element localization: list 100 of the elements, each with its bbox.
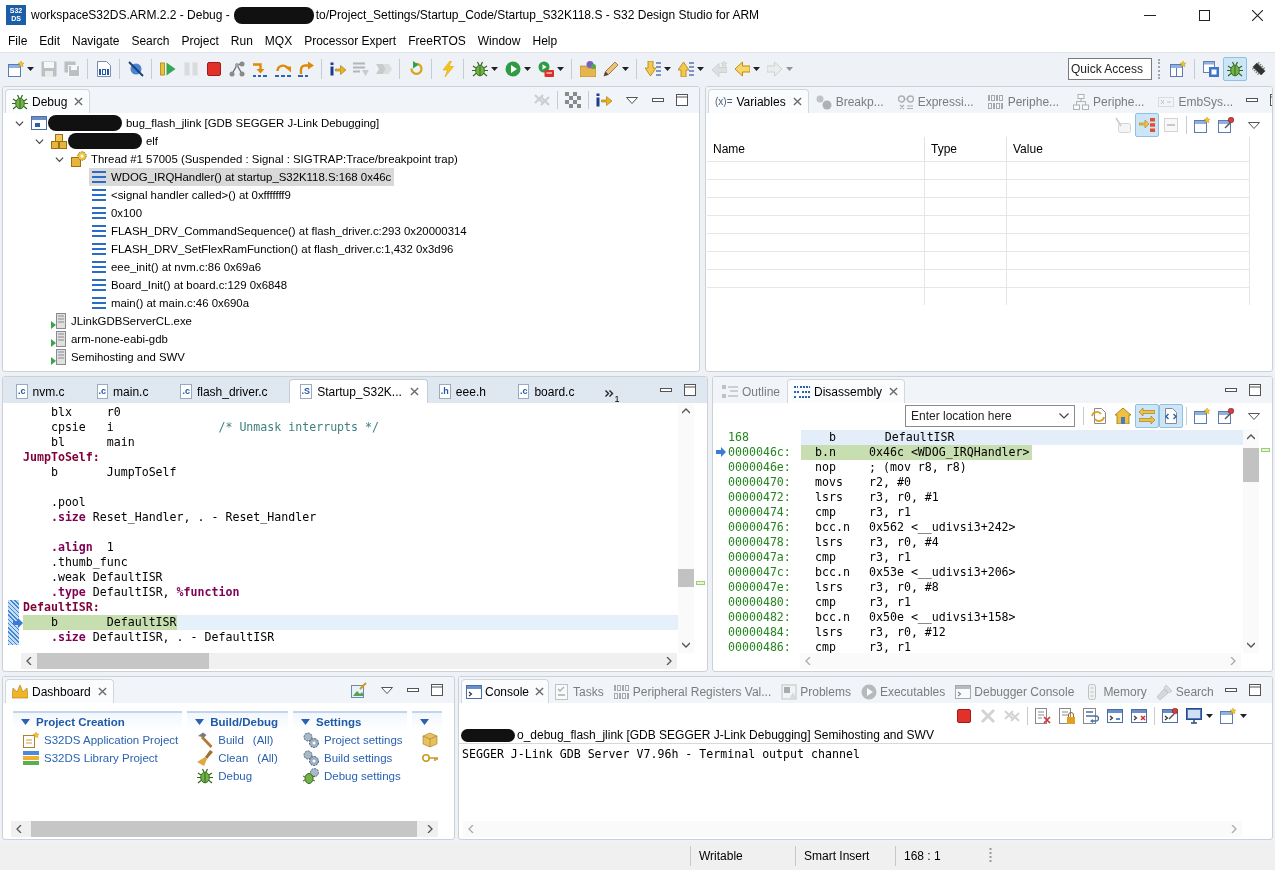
home-icon[interactable]: [1115, 408, 1131, 424]
menu-item[interactable]: Project: [175, 32, 225, 50]
scroll-right-icon[interactable]: [665, 657, 673, 665]
console-pin-icon[interactable]: [1162, 708, 1178, 724]
view-tab[interactable]: Executables: [855, 679, 951, 703]
disconnect-icon[interactable]: [228, 60, 245, 77]
new-view-icon[interactable]: [1194, 408, 1210, 424]
menu-item[interactable]: Window: [471, 32, 527, 50]
menu-item[interactable]: MQX: [258, 32, 299, 50]
view-tab[interactable]: Debug: [5, 89, 91, 113]
view-tab[interactable]: Search: [1151, 679, 1219, 703]
new-window-icon[interactable]: [7, 60, 24, 77]
view-tab[interactable]: Debugger Console: [950, 679, 1080, 703]
scroll-up-icon[interactable]: [682, 407, 690, 415]
menu-item[interactable]: Edit: [33, 32, 67, 50]
view-tab[interactable]: EmbSys...: [1151, 89, 1241, 113]
horizontal-scrollbar[interactable]: [21, 653, 677, 669]
section-header[interactable]: Project Creation: [13, 711, 183, 731]
editor-tab[interactable]: .h eee.h: [427, 379, 507, 403]
caret-icon[interactable]: [753, 66, 760, 71]
dashboard-link[interactable]: Debug settings: [323, 770, 401, 782]
pin-icon[interactable]: [1218, 408, 1234, 424]
menu-item[interactable]: FreeRTOS: [402, 32, 472, 50]
scope-link[interactable]: (All): [257, 752, 278, 764]
editor-tab[interactable]: .c main.c: [85, 379, 170, 403]
menu-item[interactable]: Help: [526, 32, 564, 50]
step-return-icon[interactable]: [297, 60, 314, 77]
editor-tab[interactable]: .c board.c: [506, 379, 596, 403]
dashboard-link[interactable]: Build: [218, 734, 244, 746]
scroll-left-icon[interactable]: [25, 657, 33, 665]
view-tab[interactable]: Disassembly: [787, 379, 906, 403]
tree-item[interactable]: <signal handler called>() at 0xfffffff9: [89, 186, 294, 204]
view-tab[interactable]: Memory: [1079, 679, 1152, 703]
tree-item[interactable]: elf: [49, 132, 162, 150]
scroll-down-icon[interactable]: [1247, 641, 1255, 649]
new-view-icon[interactable]: [1194, 117, 1210, 133]
menu-item[interactable]: Processor Expert: [298, 32, 403, 50]
tree-item[interactable]: eee_init() at nvm.c:86 0x69a6: [89, 258, 265, 276]
tree-item[interactable]: Semihosting and SWV: [49, 348, 188, 366]
scrollbar-thumb[interactable]: [678, 569, 694, 587]
grip-dots-icon[interactable]: [989, 848, 992, 864]
new-view-icon[interactable]: [1220, 708, 1236, 724]
pin-icon[interactable]: [1218, 117, 1234, 133]
section-header[interactable]: Build/Debug: [187, 711, 288, 731]
vertical-scrollbar[interactable]: [1243, 429, 1259, 653]
image-edit-icon[interactable]: [351, 682, 367, 698]
checkerboard-icon[interactable]: [565, 92, 581, 108]
skip-breakpoints-icon[interactable]: [127, 60, 144, 77]
perspective-button[interactable]: [1223, 56, 1247, 81]
maximize-icon[interactable]: [683, 383, 697, 397]
scrollbar-thumb[interactable]: [37, 653, 209, 669]
caret-icon[interactable]: [664, 66, 671, 71]
column-header[interactable]: Type: [925, 137, 1007, 161]
dashboard-link[interactable]: S32DS Library Project: [44, 752, 158, 764]
menu-item[interactable]: File: [2, 32, 34, 50]
scroll-down-icon[interactable]: [682, 641, 690, 649]
view-tab[interactable]: Problems: [776, 679, 856, 703]
tree-item[interactable]: Thread #1 57005 (Suspended : Signal : SIGTRAP:Trace/breakpoint trap): [69, 150, 461, 168]
monitor-icon[interactable]: [1186, 708, 1202, 724]
view-tab[interactable]: Periphe...: [980, 89, 1067, 113]
view-tab[interactable]: Outline: [715, 379, 788, 403]
run-toolbox-icon[interactable]: [537, 60, 554, 77]
scroll-up-icon[interactable]: [1247, 433, 1255, 441]
resume-icon[interactable]: [159, 60, 176, 77]
view-tab[interactable]: (x)= Variables: [708, 89, 809, 113]
binary-file-icon[interactable]: [95, 60, 112, 77]
caret-icon[interactable]: [557, 66, 564, 71]
view-tab[interactable]: Peripheral Registers Val...: [608, 679, 777, 703]
menu-item[interactable]: Run: [224, 32, 259, 50]
scroll-left-icon[interactable]: [15, 825, 23, 833]
instruction-step-icon[interactable]: [596, 92, 612, 108]
dashboard-link[interactable]: Project settings: [323, 734, 403, 746]
console-out-icon[interactable]: [1107, 708, 1123, 724]
maximize-icon[interactable]: [430, 683, 444, 697]
tree-item[interactable]: arm-none-eabi-gdb: [49, 330, 171, 348]
dashboard-link[interactable]: S32DS Application Project: [44, 734, 179, 746]
tree-item[interactable]: 0x100: [89, 204, 146, 222]
view-tab[interactable]: Console: [461, 679, 550, 703]
location-field[interactable]: Enter location here: [905, 405, 1075, 427]
view-menu-icon[interactable]: [1248, 412, 1260, 420]
minimize-icon[interactable]: [1144, 14, 1156, 16]
stop-icon[interactable]: [956, 708, 972, 724]
dashboard-link[interactable]: Debug: [218, 770, 253, 782]
dashboard-link[interactable]: Clean: [218, 752, 249, 764]
view-tab[interactable]: Breakp...: [808, 89, 891, 113]
caret-icon[interactable]: [27, 66, 34, 71]
view-tab[interactable]: Expressi...: [890, 89, 981, 113]
dashboard-link[interactable]: Build settings: [323, 752, 393, 764]
column-header[interactable]: Name: [707, 137, 925, 161]
close-icon[interactable]: [1252, 9, 1263, 21]
console-error-icon[interactable]: [1131, 708, 1147, 724]
caret-icon[interactable]: [524, 66, 531, 71]
view-menu-icon[interactable]: [381, 686, 393, 694]
maximize-icon[interactable]: [675, 93, 689, 107]
scroll-right-icon[interactable]: [426, 825, 434, 833]
vertical-scrollbar[interactable]: [678, 403, 694, 653]
caret-icon[interactable]: [1240, 714, 1247, 718]
scroll-lock-icon[interactable]: [1059, 708, 1075, 724]
clear-console-icon[interactable]: [1035, 708, 1051, 724]
tree-item[interactable]: main() at main.c:46 0x690a: [89, 294, 253, 312]
